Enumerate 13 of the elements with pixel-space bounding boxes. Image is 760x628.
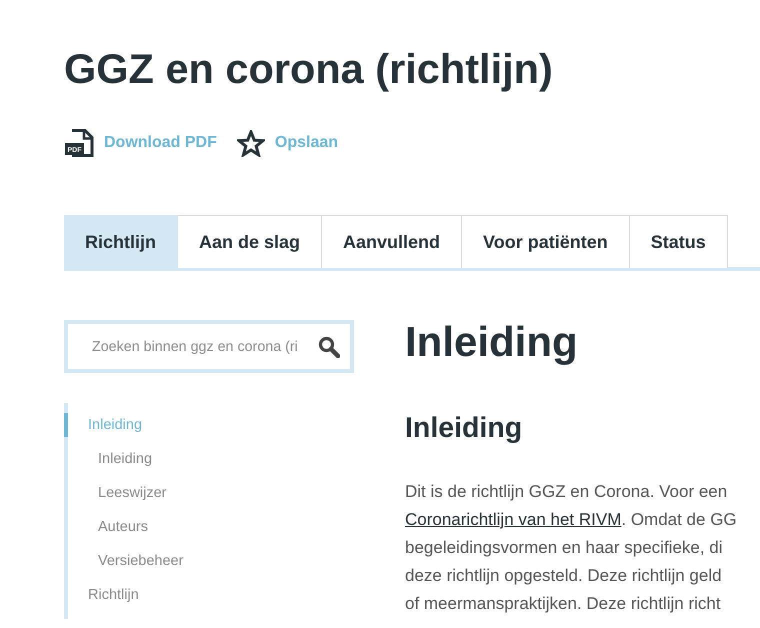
tab[interactable]: Richtlijn [64,215,178,268]
search-field[interactable]: Zoeken binnen ggz en corona (ri [64,320,354,373]
section-heading: Inleiding [405,320,578,364]
page-title: GGZ en corona (richtlijn) [64,44,553,94]
search-icon[interactable] [318,336,340,358]
tab[interactable]: Voor patiënten [462,215,630,268]
subsection-heading: Inleiding [405,411,522,446]
tab[interactable]: Status [630,215,728,268]
tab[interactable]: Aan de slag [178,215,322,268]
intro-paragraph: Dit is de richtlijn GGZ en Corona. Voor een Coronarichtlijn van het RIVM. Omdat de GG begeleidingsvormen en haar specifieke, di deze richtlijn opgesteld. Deze richtlijn geld of meermanspraktijken. Deze richtlijn richt [405,481,737,615]
rivm-guideline-link[interactable]: Coronarichtlijn van het RIVM [405,510,622,529]
tab[interactable]: Aanvullend [322,215,462,268]
star-icon [236,130,265,156]
